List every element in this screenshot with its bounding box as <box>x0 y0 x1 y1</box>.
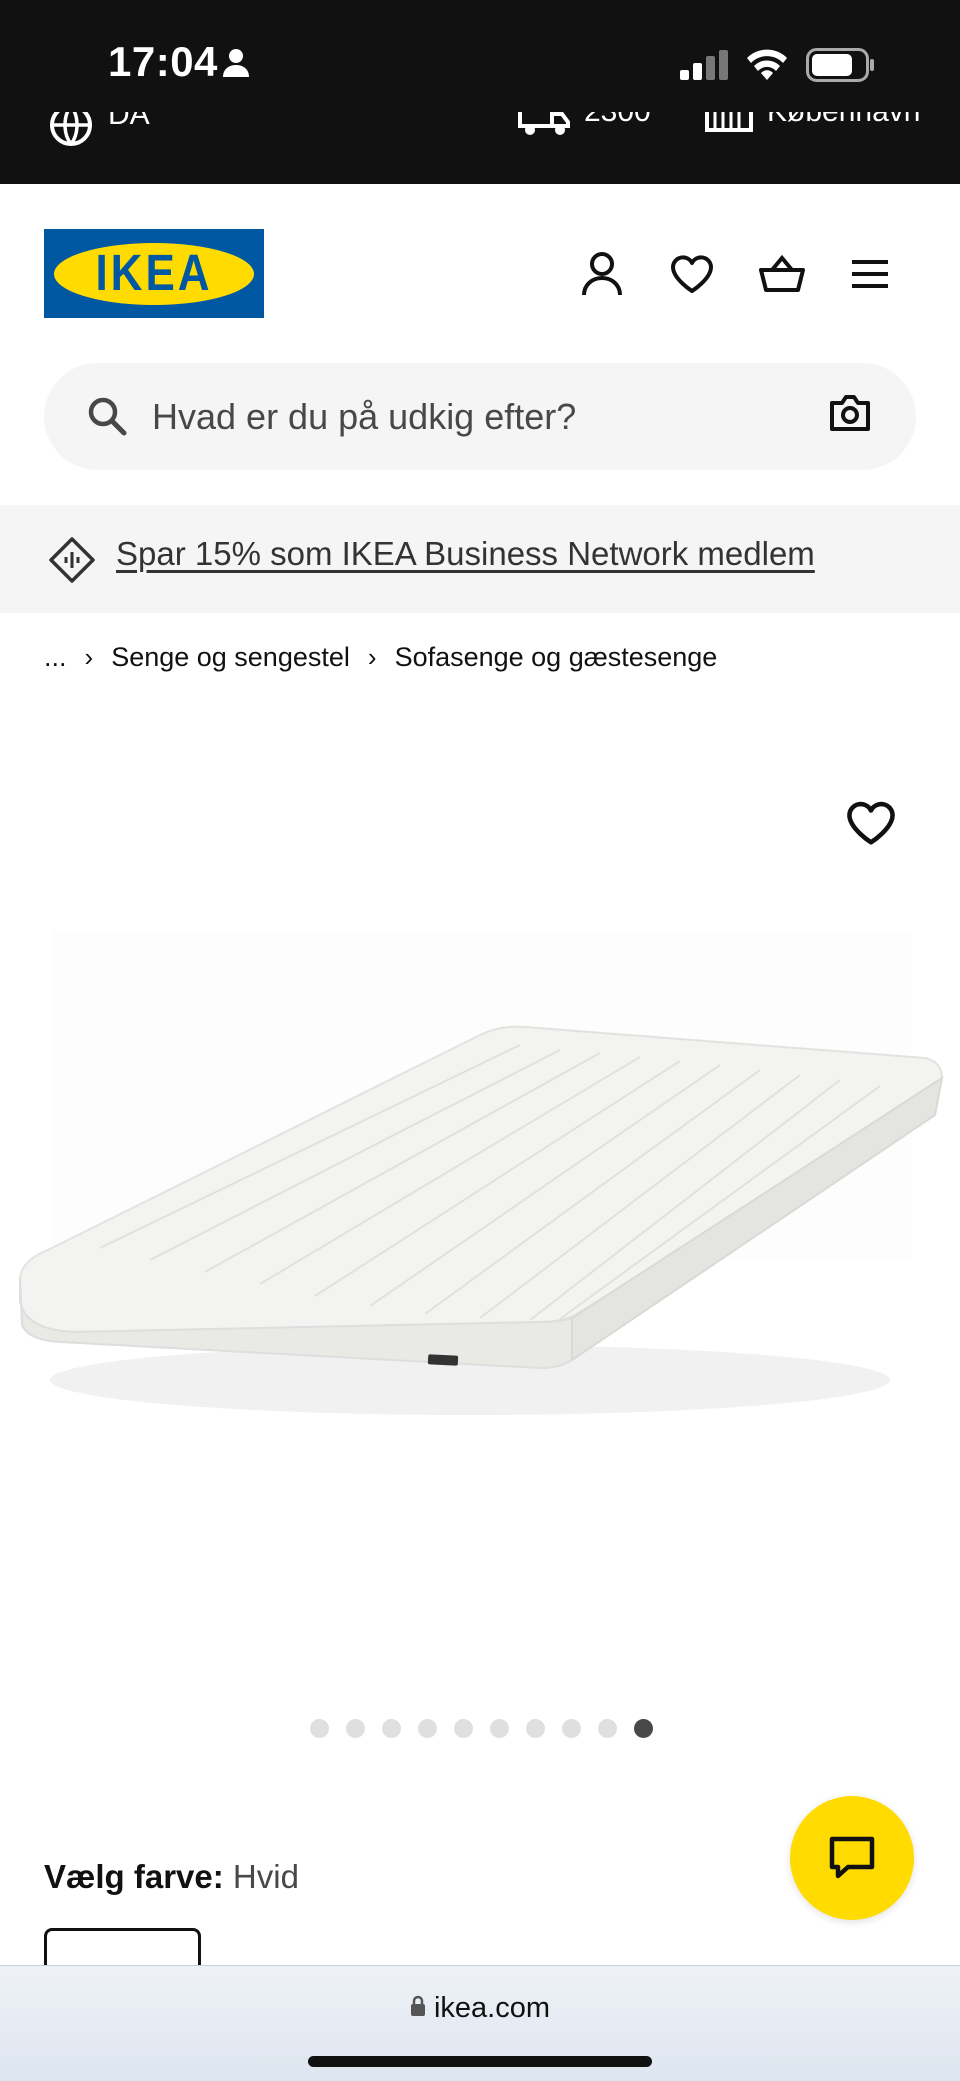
store-icon <box>705 112 753 132</box>
heart-icon[interactable] <box>668 250 716 298</box>
breadcrumb: ... › Senge og sengestel › Sofasenge og … <box>44 642 717 673</box>
chat-icon <box>829 1836 875 1879</box>
lock-icon <box>410 1996 425 2017</box>
store-name: København <box>767 112 920 129</box>
battery-icon <box>806 48 876 86</box>
carousel-dot-active[interactable] <box>634 1719 653 1738</box>
carousel-dot[interactable] <box>418 1719 437 1738</box>
url-text: ikea.com <box>433 1992 551 2024</box>
basket-icon[interactable] <box>758 250 806 298</box>
carousel-dot[interactable] <box>490 1719 509 1738</box>
mattress-illustration <box>19 930 944 1415</box>
business-network-link[interactable]: Spar 15% som IKEA Business Network medle… <box>116 535 815 573</box>
carousel-dot[interactable] <box>598 1719 617 1738</box>
colour-selector-label: Vælg farve: Hvid <box>44 1858 299 1896</box>
truck-icon <box>518 112 570 135</box>
account-icon[interactable] <box>578 250 626 298</box>
carousel-dot[interactable] <box>346 1719 365 1738</box>
carousel-dot[interactable] <box>526 1719 545 1738</box>
add-to-favourites-button[interactable] <box>846 800 896 846</box>
site-header: IKEA <box>0 184 960 354</box>
business-banner: Spar 15% som IKEA Business Network medle… <box>0 505 960 613</box>
tag-icon <box>48 536 96 588</box>
search-icon[interactable] <box>86 395 128 441</box>
wifi-icon <box>745 46 789 84</box>
carousel-dot[interactable] <box>310 1719 329 1738</box>
globe-icon <box>50 112 92 146</box>
chevron-right-icon: › <box>367 642 377 672</box>
browser-address-bar: ikea.com <box>0 1965 960 2081</box>
logo-text: IKEA <box>95 244 213 302</box>
carousel-dot[interactable] <box>382 1719 401 1738</box>
carousel-dot[interactable] <box>562 1719 581 1738</box>
language-selector[interactable]: DA <box>48 112 150 158</box>
signal-icon <box>680 50 730 84</box>
logo-oval: IKEA <box>54 242 254 305</box>
language-label: DA <box>108 112 150 131</box>
colour-value: Hvid <box>232 1858 299 1895</box>
breadcrumb-ellipsis[interactable]: ... <box>44 642 67 673</box>
home-indicator[interactable] <box>308 2056 652 2067</box>
status-time: 17:04 <box>108 38 218 85</box>
search-bar <box>44 363 916 470</box>
menu-icon[interactable] <box>846 250 894 298</box>
postal-code: 2300 <box>584 112 651 129</box>
colour-label: Vælg farve: <box>44 1858 224 1895</box>
camera-icon[interactable] <box>828 393 872 437</box>
product-image[interactable] <box>0 700 960 1700</box>
postal-code-selector[interactable]: 2300 <box>518 112 651 152</box>
breadcrumb-item-sofa-beds[interactable]: Sofasenge og gæstesenge <box>395 642 718 673</box>
carousel-dot[interactable] <box>454 1719 473 1738</box>
url-field[interactable]: ikea.com <box>0 1992 960 2025</box>
ikea-logo[interactable]: IKEA <box>44 229 264 318</box>
utility-strip: DA 2300 København <box>0 112 960 184</box>
store-selector[interactable]: København <box>705 112 920 152</box>
person-icon <box>222 48 250 82</box>
breadcrumb-item-beds[interactable]: Senge og sengestel <box>111 642 350 673</box>
search-input[interactable] <box>152 363 832 470</box>
carousel-dots <box>310 1719 653 1738</box>
chevron-right-icon: › <box>84 642 94 672</box>
chat-button[interactable] <box>790 1796 914 1920</box>
heart-icon <box>847 801 895 845</box>
